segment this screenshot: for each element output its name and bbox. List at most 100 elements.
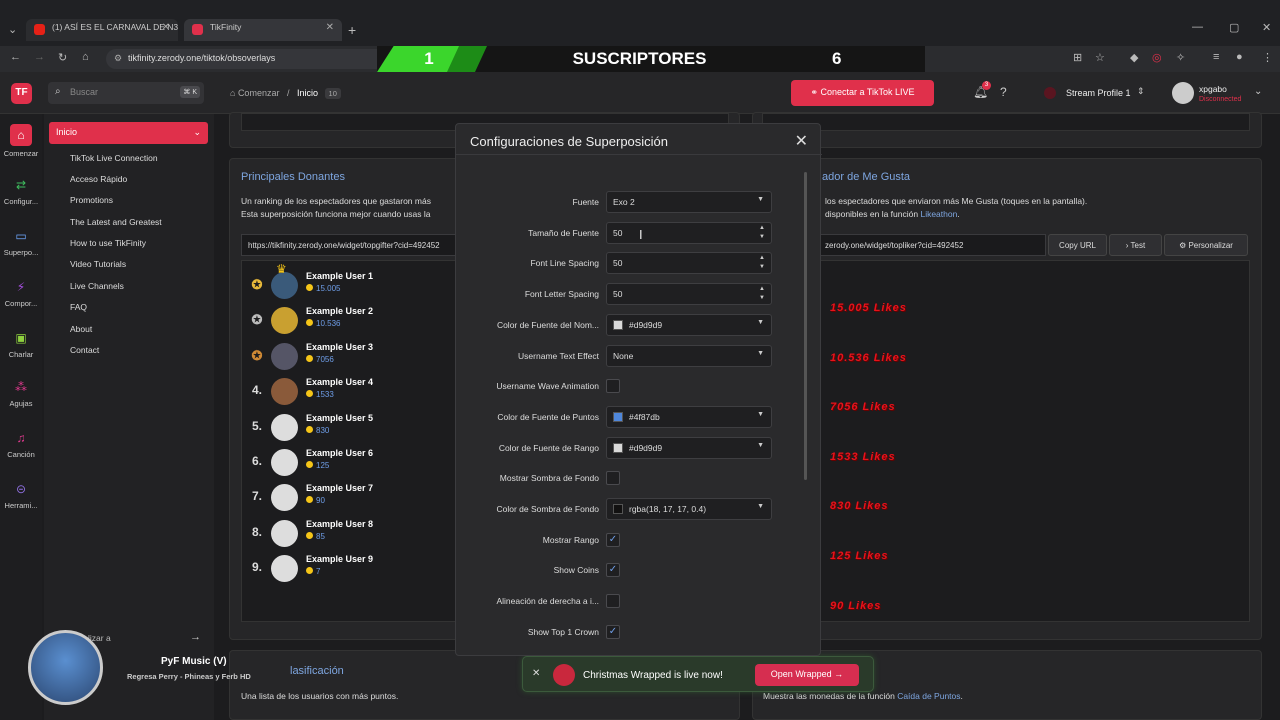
chevron-updown-icon[interactable]: ⇕ xyxy=(1137,86,1145,97)
test-label: Test xyxy=(1130,241,1146,250)
minimize-icon[interactable]: — xyxy=(1192,21,1203,33)
back-icon[interactable]: ← xyxy=(10,51,21,63)
top-donors-title: Principales Donantes xyxy=(241,171,345,183)
rail-item-comenzar[interactable]: ⌂ Comenzar xyxy=(0,124,42,158)
nav-link[interactable]: Contact xyxy=(70,345,99,355)
customize-button[interactable]: ⚙ Personalizar xyxy=(1164,234,1248,256)
chevron-down-icon[interactable]: ▼ xyxy=(757,503,764,510)
site-info-icon[interactable]: ⚙ xyxy=(114,53,122,64)
setting-row: Font Letter Spacing 50 ▲ ▼ xyxy=(456,283,806,307)
stream-profile-select[interactable]: Stream Profile 1 xyxy=(1066,88,1131,98)
home-crumb-icon: ⌂ xyxy=(230,88,238,98)
setting-select[interactable]: None ▼ xyxy=(606,344,772,367)
modal-scrollbar[interactable] xyxy=(804,172,807,480)
rail-item-config[interactable]: ⇄ Configur... xyxy=(0,178,42,206)
rail-item-needles[interactable]: ⁂ Agujas xyxy=(0,380,42,408)
top-donors-url[interactable]: https://tikfinity.zerody.one/widget/topg… xyxy=(241,234,456,256)
donor-row: 5. Example User 5 830 xyxy=(242,411,452,443)
setting-color-select[interactable]: rgba(18, 17, 17, 0.4) ▼ xyxy=(606,498,772,520)
forward-icon[interactable]: → xyxy=(34,51,45,63)
chevron-down-icon[interactable]: ▼ xyxy=(757,350,764,357)
copy-url-button[interactable]: Copy URL xyxy=(1048,234,1107,256)
setting-checkbox[interactable]: ✓ xyxy=(606,563,620,578)
nav-link[interactable]: Promotions xyxy=(70,195,113,205)
media-icon[interactable]: ≡ xyxy=(1213,51,1219,63)
tab-list-icon[interactable]: ⌄ xyxy=(8,23,17,36)
nav-link[interactable]: Acceso Rápido xyxy=(70,174,127,184)
nav-link[interactable]: About xyxy=(70,324,92,334)
tab-youtube[interactable]: (1) ASÍ ES EL CARNAVAL DE N3... ✕ xyxy=(26,19,178,41)
setting-select[interactable]: Exo 2 ▼ xyxy=(606,191,772,213)
extension-icon[interactable]: ◆ xyxy=(1130,51,1138,64)
home-icon[interactable]: ⌂ xyxy=(82,51,89,63)
extensions-puzzle-icon[interactable]: ✧ xyxy=(1176,51,1185,64)
breadcrumb-home[interactable]: Comenzar xyxy=(238,88,280,98)
setting-checkbox[interactable] xyxy=(606,594,620,609)
search-input[interactable]: ⌕ Buscar ⌘ K xyxy=(48,82,204,104)
setting-number-input[interactable]: 50 ▲ ▼ xyxy=(606,283,772,306)
setting-color-select[interactable]: #4f87db ▼ xyxy=(606,405,772,428)
setting-checkbox[interactable]: ✓ xyxy=(606,532,620,547)
rail-label: Agujas xyxy=(9,399,33,408)
top-likers-title: ador de Me Gusta xyxy=(822,171,911,183)
setting-color-select[interactable]: #d9d9d9 ▼ xyxy=(606,313,772,336)
browser-menu-icon[interactable]: ⋮ xyxy=(1262,51,1273,64)
setting-checkbox[interactable] xyxy=(606,379,620,394)
stepper-icon[interactable]: ▲ ▼ xyxy=(759,285,765,303)
rail-item-tools[interactable]: ⊝ Herrami... xyxy=(0,482,42,510)
setting-number-input[interactable]: 50 ▲ ▼ xyxy=(606,221,772,244)
bookmark-star-icon[interactable]: ☆ xyxy=(1095,51,1105,64)
reload-icon[interactable]: ↻ xyxy=(58,51,67,64)
help-icon[interactable]: ? xyxy=(1000,85,1007,99)
setting-row: Mostrar Sombra de Fondo xyxy=(456,467,806,491)
likeathon-link[interactable]: Likeathon xyxy=(920,209,957,219)
url-text: tikfinity.zerody.one/tiktok/obsoverlays xyxy=(128,53,276,63)
profile-icon[interactable]: ● xyxy=(1236,51,1243,63)
rail-item-chat[interactable]: ▣ Charlar xyxy=(0,331,42,359)
maximize-icon[interactable]: ▢ xyxy=(1229,21,1239,34)
close-tab-icon[interactable]: ✕ xyxy=(326,22,334,33)
connect-tiktok-button[interactable]: ⚭ Conectar a TikTok LIVE xyxy=(791,80,934,106)
tikfinity-logo[interactable]: TF xyxy=(11,83,32,104)
donor-coins: 15.005 xyxy=(306,284,340,293)
nav-link[interactable]: Video Tutorials xyxy=(70,259,126,269)
close-icon[interactable]: ✕ xyxy=(795,131,808,151)
nav-link[interactable]: FAQ xyxy=(70,302,87,312)
top-donors-desc-1: Un ranking de los espectadores que gasta… xyxy=(241,196,431,206)
close-toast-icon[interactable]: ✕ xyxy=(532,668,540,679)
avatar[interactable] xyxy=(1172,82,1194,104)
chevron-down-icon[interactable]: ⌄ xyxy=(1254,86,1262,97)
nav-link[interactable]: Live Channels xyxy=(70,281,124,291)
breadcrumb: ⌂ Comenzar / Inicio 10 xyxy=(230,88,341,99)
arrow-right-icon[interactable]: → xyxy=(190,631,201,643)
new-tab-icon[interactable]: + xyxy=(348,22,356,38)
nav-link[interactable]: TikTok Live Connection xyxy=(70,153,158,163)
stepper-icon[interactable]: ▲ ▼ xyxy=(759,254,765,272)
rail-item-behavior[interactable]: ⚡︎ Compor... xyxy=(0,280,42,308)
rail-label: Superpo... xyxy=(3,248,39,257)
chevron-down-icon[interactable]: ▼ xyxy=(757,442,764,449)
open-wrapped-button[interactable]: Open Wrapped → xyxy=(755,664,859,686)
points-drop-link[interactable]: Caída de Puntos xyxy=(897,691,960,701)
nav-link[interactable]: How to use TikFinity xyxy=(70,238,146,248)
setting-color-select[interactable]: #d9d9d9 ▼ xyxy=(606,436,772,459)
rail-item-overlays[interactable]: ▭ Superpo... xyxy=(0,229,42,257)
setting-checkbox[interactable] xyxy=(606,471,620,486)
chevron-down-icon[interactable]: ▼ xyxy=(757,319,764,326)
setting-number-input[interactable]: 50 ▲ ▼ xyxy=(606,252,772,275)
stepper-icon[interactable]: ▲ ▼ xyxy=(759,224,765,242)
close-window-icon[interactable]: ✕ xyxy=(1262,21,1271,34)
tab-tikfinity[interactable]: TikFinity ✕ xyxy=(184,19,342,41)
chevron-down-icon[interactable]: ▼ xyxy=(757,196,764,203)
rail-item-song[interactable]: ♫ Canción xyxy=(0,431,42,459)
setting-checkbox[interactable]: ✓ xyxy=(606,624,620,639)
test-button[interactable]: › Test xyxy=(1109,234,1162,256)
nav-section-inicio[interactable]: Inicio ⌄ xyxy=(49,122,208,144)
chevron-down-icon[interactable]: ▼ xyxy=(757,411,764,418)
nav-link[interactable]: The Latest and Greatest xyxy=(70,217,162,227)
translate-icon[interactable]: ⊞ xyxy=(1073,51,1082,64)
setting-value: 50 xyxy=(613,289,623,300)
top-likers-url[interactable]: zerody.one/widget/topliker?cid=492452 xyxy=(818,234,1046,256)
close-tab-icon[interactable]: ✕ xyxy=(162,22,170,33)
extension-red-icon[interactable]: ◎ xyxy=(1152,51,1162,64)
